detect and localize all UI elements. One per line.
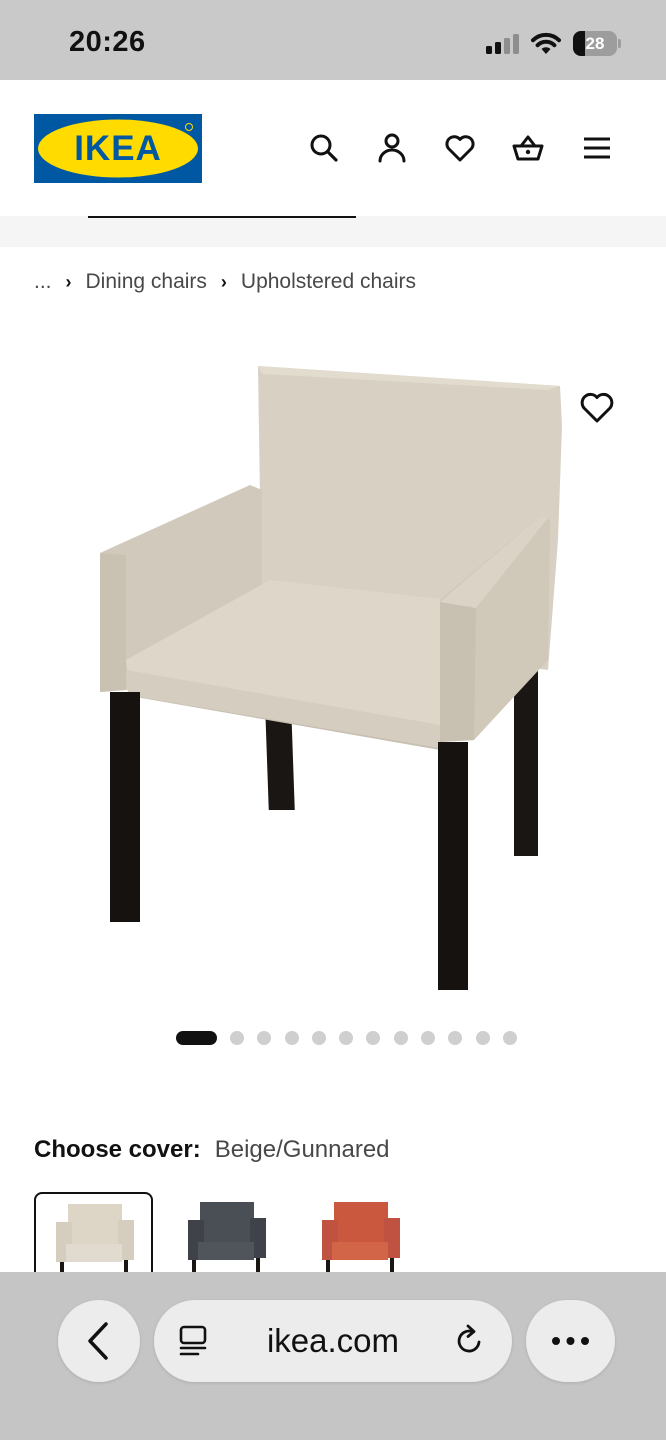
carousel-dot-active[interactable] [176, 1031, 217, 1045]
carousel-dot[interactable] [311, 1031, 326, 1045]
more-dots-icon [552, 1337, 589, 1345]
carousel-dot[interactable] [366, 1031, 381, 1045]
svg-text:IKEA: IKEA [74, 129, 162, 168]
account-icon[interactable] [376, 132, 408, 164]
choose-cover-row: Choose cover: Beige/Gunnared [34, 1136, 390, 1164]
chevron-left-icon [88, 1322, 108, 1360]
breadcrumb-item-ellipsis[interactable]: ... [34, 270, 52, 294]
site-header: IKEA [0, 80, 666, 216]
carousel-dot[interactable] [284, 1031, 299, 1045]
carousel-dot[interactable] [230, 1031, 244, 1045]
carousel-dot[interactable] [421, 1031, 436, 1045]
breadcrumb-item-upholstered-chairs[interactable]: Upholstered chairs [241, 270, 416, 294]
search-icon[interactable] [308, 132, 340, 164]
basket-icon[interactable] [512, 132, 544, 164]
chevron-right-icon: › [65, 271, 72, 292]
carousel-dot[interactable] [502, 1031, 517, 1045]
ikea-logo[interactable]: IKEA [34, 114, 202, 183]
cellular-signal-icon [486, 34, 520, 54]
wifi-icon [530, 30, 562, 56]
breadcrumb: ... › Dining chairs › Upholstered chairs [34, 268, 416, 296]
address-bar[interactable]: ikea.com [154, 1300, 512, 1382]
cover-swatch-red[interactable] [302, 1192, 421, 1282]
product-image[interactable] [0, 330, 666, 1010]
carousel-dot[interactable] [475, 1031, 490, 1045]
carousel-indicator [176, 1030, 530, 1046]
selected-cover-value: Beige/Gunnared [214, 1136, 390, 1163]
promo-link-underline[interactable] [88, 216, 356, 218]
battery-icon: 28 [573, 31, 621, 56]
carousel-dot[interactable] [448, 1031, 463, 1045]
cover-swatch-dark-grey[interactable] [168, 1192, 287, 1282]
add-to-favourites-heart-icon[interactable] [579, 390, 615, 424]
more-options-button[interactable] [526, 1300, 615, 1382]
status-bar: 20:26 28 [0, 0, 666, 80]
menu-icon[interactable] [581, 132, 613, 164]
carousel-dot[interactable] [257, 1031, 272, 1045]
carousel-dot[interactable] [339, 1031, 354, 1045]
browser-toolbar: ikea.com [0, 1272, 666, 1440]
battery-level: 28 [585, 34, 605, 53]
favourites-heart-icon[interactable] [444, 132, 476, 164]
reload-icon[interactable] [452, 1323, 488, 1359]
chevron-right-icon: › [220, 271, 227, 292]
choose-cover-label: Choose cover: [34, 1136, 201, 1163]
breadcrumb-item-dining-chairs[interactable]: Dining chairs [86, 270, 207, 294]
cover-swatch-beige[interactable] [34, 1192, 153, 1282]
carousel-dot[interactable] [393, 1031, 408, 1045]
promo-strip [0, 216, 666, 247]
status-time: 20:26 [69, 26, 146, 58]
browser-back-button[interactable] [58, 1300, 140, 1382]
